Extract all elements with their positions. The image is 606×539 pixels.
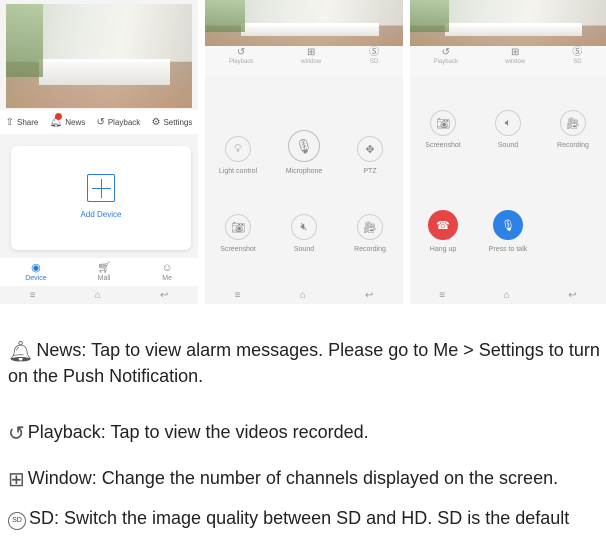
settings-button[interactable]: ⚙ Settings — [151, 117, 192, 128]
bell-icon: 🔔︎ — [8, 341, 34, 363]
sd-button[interactable]: Ⓢ SD — [369, 46, 379, 65]
window-button[interactable]: ⊞ window — [505, 46, 525, 65]
playback-instruction: ↺ Playback: Tap to view the videos record… — [8, 422, 369, 445]
speaker-icon: 🔈︎ — [495, 110, 521, 136]
speaker-mute-icon: 🔇︎ — [291, 214, 317, 240]
sound-button[interactable]: 🔈︎ Sound — [475, 110, 541, 149]
sd-icon: Ⓢ — [369, 47, 380, 58]
video-record-icon: 🎥︎ — [357, 214, 383, 240]
microphone-button[interactable]: 🎙︎ Microphone — [271, 130, 337, 175]
press-to-talk-button[interactable]: 🎙︎ Press to talk — [475, 210, 541, 253]
grid-icon: ⊞ — [8, 469, 25, 491]
control-panel: 📷︎ Screenshot 🔈︎ Sound 🎥︎ Recording ☎ Ha… — [410, 96, 606, 286]
system-nav-bar: ≡ ⌂ ↩ — [0, 286, 198, 304]
hang-up-icon: ☎ — [428, 210, 458, 240]
menu-icon[interactable]: ≡ — [439, 290, 445, 301]
ptz-icon: ✥ — [357, 136, 383, 162]
camera-preview-image[interactable] — [6, 4, 192, 108]
quick-action-bar: ⇧ Share 🔔︎ News ↺ Playback ⚙ Settings — [0, 110, 198, 134]
plus-icon[interactable] — [87, 174, 115, 202]
sd-instruction: SD SD: Switch the image quality between S… — [8, 506, 600, 530]
device-home-screen: ⇧ Share 🔔︎ News ↺ Playback ⚙ Settings Ad… — [0, 0, 198, 304]
news-button[interactable]: 🔔︎ News — [50, 112, 85, 128]
system-nav-bar: ≡ ⌂ ↩ — [205, 286, 403, 304]
sd-button[interactable]: Ⓢ SD — [572, 46, 582, 65]
notification-badge — [54, 112, 62, 120]
home-icon[interactable]: ⌂ — [95, 290, 101, 301]
system-nav-bar: ≡ ⌂ ↩ — [410, 286, 606, 304]
add-device-card[interactable]: Add Device — [11, 146, 191, 250]
back-icon[interactable]: ↩ — [365, 290, 373, 301]
share-button[interactable]: ⇧ Share — [6, 117, 39, 128]
user-icon: ☺ — [161, 262, 173, 274]
microphone-icon: 🎙︎ — [493, 210, 523, 240]
history-icon: ↺ — [96, 116, 105, 128]
hang-up-button[interactable]: ☎ Hang up — [410, 210, 476, 253]
microphone-icon: 🎙︎ — [288, 130, 320, 162]
home-icon[interactable]: ⌂ — [300, 290, 306, 301]
grid-icon: ⊞ — [306, 47, 316, 58]
live-toolbar: ↺ Playback ⊞ window Ⓢ SD — [205, 46, 403, 76]
control-panel: 💡︎ Light control 🎙︎ Microphone ✥ PTZ 📷︎ … — [205, 96, 403, 286]
ptz-button[interactable]: ✥ PTZ — [337, 136, 403, 175]
recording-button[interactable]: 🎥︎ Recording — [337, 214, 403, 253]
camera-icon: ◉ — [31, 262, 41, 274]
sd-icon: Ⓢ — [572, 47, 583, 58]
window-button[interactable]: ⊞ window — [301, 46, 321, 65]
camera-icon: 📷︎ — [430, 110, 456, 136]
sound-button[interactable]: 🔇︎ Sound — [271, 214, 337, 253]
tab-mall[interactable]: 🛒︎ Mall — [97, 262, 111, 282]
menu-icon[interactable]: ≡ — [30, 290, 36, 301]
live-toolbar: ↺ Playback ⊞ window Ⓢ SD — [410, 46, 606, 76]
history-icon: ↺ — [8, 423, 25, 445]
home-icon[interactable]: ⌂ — [504, 290, 510, 301]
playback-button[interactable]: ↺ Playback — [96, 117, 140, 128]
grid-icon: ⊞ — [510, 47, 520, 58]
cart-icon: 🛒︎ — [97, 262, 112, 274]
camera-preview-image[interactable] — [205, 0, 403, 46]
video-record-icon: 🎥︎ — [560, 110, 586, 136]
history-icon: ↺ — [236, 47, 246, 58]
screenshot-button[interactable]: 📷︎ Screenshot — [205, 214, 271, 253]
back-icon[interactable]: ↩ — [568, 290, 576, 301]
screenshot-button[interactable]: 📷︎ Screenshot — [410, 110, 476, 149]
bottom-tab-bar: ◉ Device 🛒︎ Mall ☺ Me — [0, 258, 198, 286]
add-device-label: Add Device — [80, 210, 122, 219]
light-control-button[interactable]: 💡︎ Light control — [205, 136, 271, 175]
playback-button[interactable]: ↺ Playback — [434, 46, 458, 65]
camera-icon: 📷︎ — [225, 214, 251, 240]
sd-icon: SD — [8, 512, 26, 530]
tab-me[interactable]: ☺ Me — [162, 262, 173, 282]
camera-preview-image[interactable] — [410, 0, 606, 46]
news-instruction: 🔔︎ News: Tap to view alarm messages. Plea… — [8, 340, 600, 386]
playback-button[interactable]: ↺ Playback — [229, 46, 253, 65]
bulb-icon: 💡︎ — [225, 136, 251, 162]
menu-icon[interactable]: ≡ — [235, 290, 241, 301]
talk-screen: ↺ Playback ⊞ window Ⓢ SD 📷︎ Screenshot 🔈… — [410, 0, 606, 304]
gear-icon: ⚙ — [151, 116, 161, 128]
history-icon: ↺ — [441, 47, 450, 58]
window-instruction: ⊞ Window: Change the number of channels d… — [8, 468, 559, 491]
share-icon: ⇧ — [5, 116, 14, 128]
back-icon[interactable]: ↩ — [160, 290, 168, 301]
tab-device[interactable]: ◉ Device — [25, 262, 46, 282]
live-view-screen: ↺ Playback ⊞ window Ⓢ SD 💡︎ Light contro… — [205, 0, 403, 304]
recording-button[interactable]: 🎥︎ Recording — [540, 110, 606, 149]
